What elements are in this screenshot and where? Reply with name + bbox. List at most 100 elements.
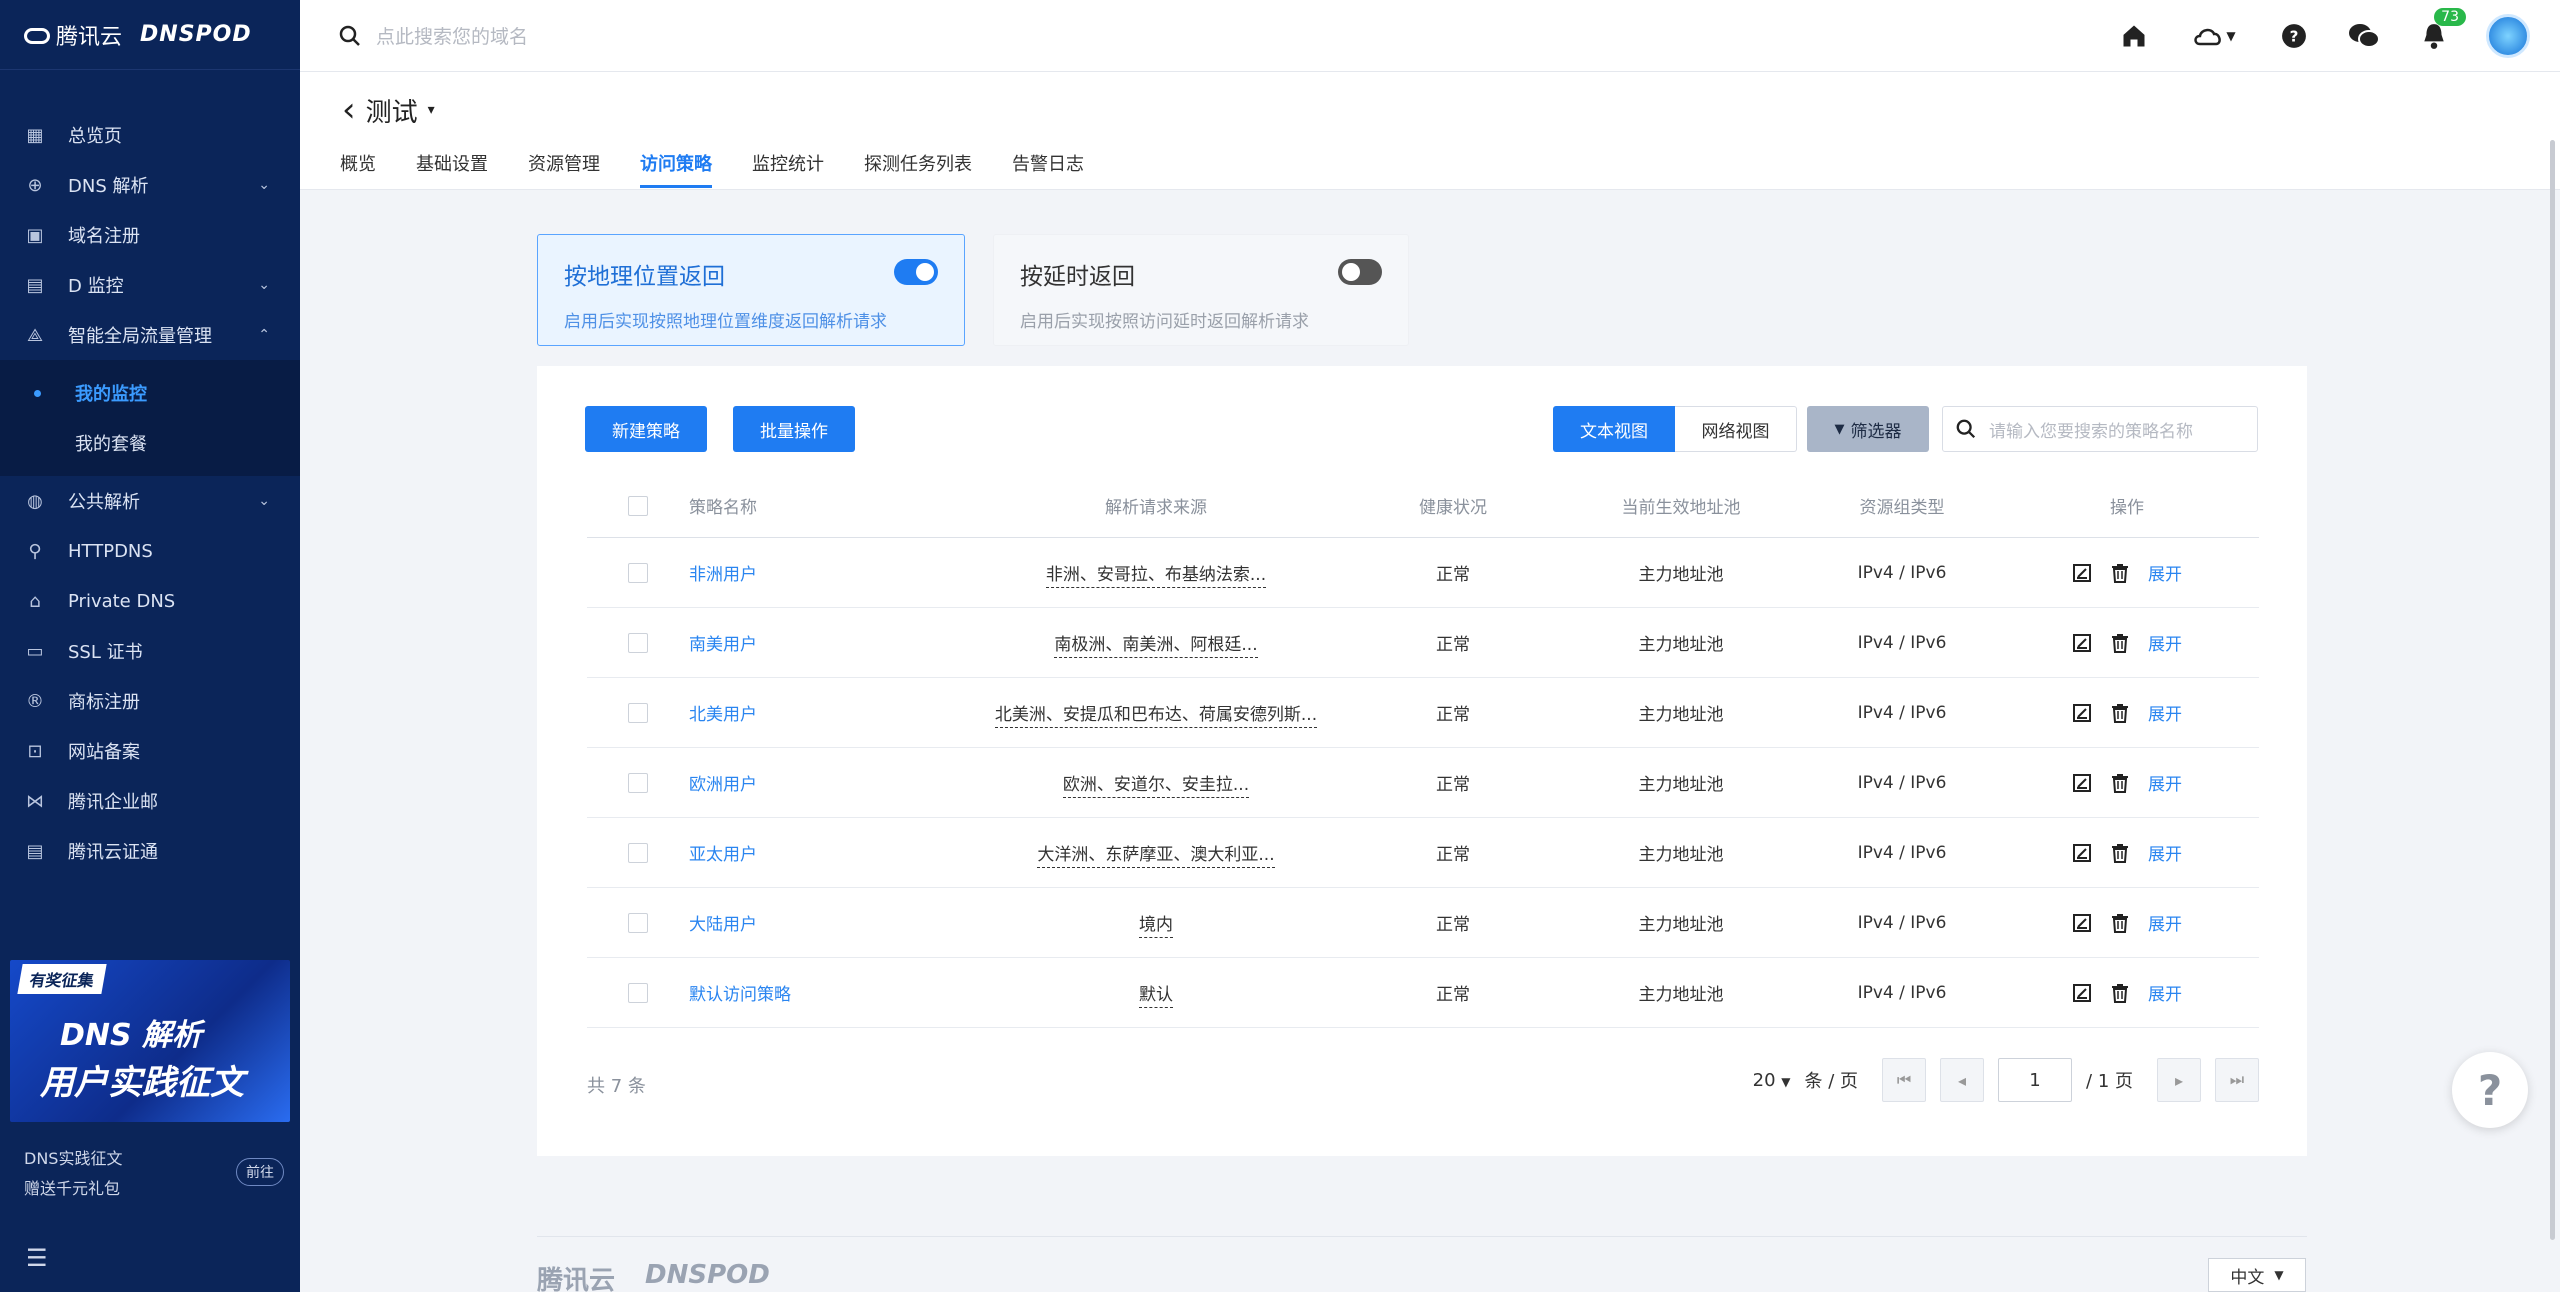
row-checkbox[interactable] xyxy=(628,702,648,723)
policy-name-link[interactable]: 北美用户 xyxy=(689,705,757,725)
expand-link[interactable]: 展开 xyxy=(2148,700,2182,725)
trash-icon[interactable] xyxy=(2110,843,2130,863)
promo-banner[interactable]: 有奖征集 DNS 解析 用户实践征文 xyxy=(10,960,290,1122)
sidebar-item-items22[interactable]: ⌂ Private DNS xyxy=(0,576,300,626)
tab-6[interactable]: 告警日志 xyxy=(1012,150,1084,188)
expand-link[interactable]: 展开 xyxy=(2148,630,2182,655)
collapse-menu-icon[interactable]: ☰ xyxy=(26,1244,48,1272)
row-checkbox[interactable] xyxy=(628,632,648,653)
sidebar-item-items4[interactable]: ⟁ 智能全局流量管理 ⌃ xyxy=(0,310,300,360)
sidebar-item-items21[interactable]: ⚲ HTTPDNS xyxy=(0,526,300,576)
sidebar-item-items2[interactable]: ▣ 域名注册 xyxy=(0,210,300,260)
next-page-icon[interactable]: ▸ xyxy=(2157,1058,2201,1102)
promo-go-button[interactable]: 前往 xyxy=(236,1158,284,1186)
geo-mode-toggle[interactable] xyxy=(894,259,938,285)
sidebar-subitem-0[interactable]: 我的监控 xyxy=(0,368,300,418)
trash-icon[interactable] xyxy=(2110,633,2130,653)
expand-link[interactable]: 展开 xyxy=(2148,980,2182,1005)
wechat-icon[interactable] xyxy=(2346,16,2382,56)
trash-icon[interactable] xyxy=(2110,773,2130,793)
page-title[interactable]: 测试 xyxy=(366,92,418,129)
sidebar-item-items23[interactable]: ▭ SSL 证书 xyxy=(0,626,300,676)
latency-mode-toggle[interactable] xyxy=(1338,259,1382,285)
sidebar-item-items27[interactable]: ▤ 腾讯云证通 xyxy=(0,826,300,876)
source-text[interactable]: 默认 xyxy=(1139,985,1173,1008)
trash-icon[interactable] xyxy=(2110,983,2130,1003)
source-text[interactable]: 大洋洲、东萨摩亚、澳大利亚... xyxy=(1037,845,1275,868)
domain-search[interactable]: 点此搜索您的域名 xyxy=(338,22,528,49)
row-checkbox[interactable] xyxy=(628,842,648,863)
trash-icon[interactable] xyxy=(2110,703,2130,723)
policy-name-link[interactable]: 欧洲用户 xyxy=(689,775,757,795)
sidebar-item-items1[interactable]: ⊕ DNS 解析 ⌄ xyxy=(0,160,300,210)
edit-icon[interactable] xyxy=(2072,633,2092,653)
edit-icon[interactable] xyxy=(2072,773,2092,793)
help-icon[interactable]: ? xyxy=(2276,16,2312,56)
bell-icon[interactable]: 73 xyxy=(2416,8,2466,56)
batch-operation-button[interactable]: 批量操作 xyxy=(733,406,855,452)
brand-logo[interactable]: 腾讯云 DNSPOD xyxy=(0,0,300,70)
tab-3[interactable]: 访问策略 xyxy=(640,150,712,188)
geo-mode-card[interactable]: 按地理位置返回 启用后实现按照地理位置维度返回解析请求 xyxy=(537,234,965,346)
source-text[interactable]: 南极洲、南美洲、阿根廷... xyxy=(1054,635,1258,658)
source-text[interactable]: 北美洲、安提瓜和巴布达、荷属安德列斯... xyxy=(994,705,1318,728)
edit-icon[interactable] xyxy=(2072,983,2092,1003)
policy-name-link[interactable]: 南美用户 xyxy=(689,635,757,655)
expand-link[interactable]: 展开 xyxy=(2148,770,2182,795)
page-size-select[interactable]: 20 ▼ xyxy=(1753,1070,1791,1091)
tab-2[interactable]: 资源管理 xyxy=(528,150,600,188)
policy-name-link[interactable]: 非洲用户 xyxy=(689,565,757,585)
sidebar-item-items25[interactable]: ⊡ 网站备案 xyxy=(0,726,300,776)
last-page-icon[interactable]: ⏭ xyxy=(2215,1058,2259,1102)
language-select[interactable]: 中文 ▼ xyxy=(2208,1258,2306,1292)
filter-button[interactable]: ▼ 筛选器 xyxy=(1807,406,1929,452)
trash-icon[interactable] xyxy=(2110,563,2130,583)
sidebar-item-items20[interactable]: ◍ 公共解析 ⌄ xyxy=(0,476,300,526)
edit-icon[interactable] xyxy=(2072,703,2092,723)
scrollbar[interactable] xyxy=(2550,140,2555,1240)
edit-icon[interactable] xyxy=(2072,563,2092,583)
row-checkbox[interactable] xyxy=(628,912,648,933)
row-checkbox[interactable] xyxy=(628,982,648,1003)
prev-page-icon[interactable]: ◂ xyxy=(1940,1058,1985,1102)
expand-link[interactable]: 展开 xyxy=(2148,560,2182,585)
source-text[interactable]: 欧洲、安道尔、安圭拉... xyxy=(1062,775,1250,798)
tab-0[interactable]: 概览 xyxy=(340,150,376,188)
expand-link[interactable]: 展开 xyxy=(2148,910,2182,935)
sidebar-item-items26[interactable]: ⋈ 腾讯企业邮 xyxy=(0,776,300,826)
policy-name-link[interactable]: 亚太用户 xyxy=(689,845,757,865)
text-view-button[interactable]: 文本视图 xyxy=(1553,406,1675,452)
domain-search-input[interactable]: 点此搜索您的域名 xyxy=(376,22,528,49)
sidebar-item-items24[interactable]: ® 商标注册 xyxy=(0,676,300,726)
help-float-button[interactable]: ? xyxy=(2452,1052,2528,1128)
page-number-input[interactable]: 1 xyxy=(1998,1058,2073,1102)
row-checkbox[interactable] xyxy=(628,562,648,583)
avatar[interactable] xyxy=(2486,14,2530,58)
row-checkbox[interactable] xyxy=(628,772,648,793)
latency-mode-card[interactable]: 按延时返回 启用后实现按照访问延时返回解析请求 xyxy=(993,234,1409,346)
source-text[interactable]: 境内 xyxy=(1139,915,1173,938)
tab-1[interactable]: 基础设置 xyxy=(416,150,488,188)
sidebar-item-items0[interactable]: ▦ 总览页 xyxy=(0,110,300,160)
policy-search-input[interactable]: 请输入您要搜索的策略名称 xyxy=(1989,417,2193,442)
source-text[interactable]: 非洲、安哥拉、布基纳法索... xyxy=(1045,565,1267,588)
policy-search[interactable]: 请输入您要搜索的策略名称 xyxy=(1942,406,2258,452)
home-icon[interactable] xyxy=(2116,16,2152,56)
back-icon[interactable]: ‹ xyxy=(342,90,356,130)
edit-icon[interactable] xyxy=(2072,913,2092,933)
policy-name-link[interactable]: 默认访问策略 xyxy=(689,985,791,1005)
sidebar-subitem-1[interactable]: 我的套餐 xyxy=(0,418,300,468)
first-page-icon[interactable]: ⏮ xyxy=(1882,1058,1927,1102)
cloud-menu-icon[interactable]: ▼ xyxy=(2186,16,2242,56)
trash-icon[interactable] xyxy=(2110,913,2130,933)
expand-link[interactable]: 展开 xyxy=(2148,840,2182,865)
edit-icon[interactable] xyxy=(2072,843,2092,863)
sidebar-item-items3[interactable]: ▤ D 监控 ⌄ xyxy=(0,260,300,310)
tab-5[interactable]: 探测任务列表 xyxy=(864,150,972,188)
network-view-button[interactable]: 网络视图 xyxy=(1675,406,1797,452)
policy-name-link[interactable]: 大陆用户 xyxy=(689,915,757,935)
chevron-down-icon[interactable]: ▾ xyxy=(428,102,435,118)
select-all-checkbox[interactable] xyxy=(628,495,648,516)
tab-4[interactable]: 监控统计 xyxy=(752,150,824,188)
new-policy-button[interactable]: 新建策略 xyxy=(585,406,707,452)
